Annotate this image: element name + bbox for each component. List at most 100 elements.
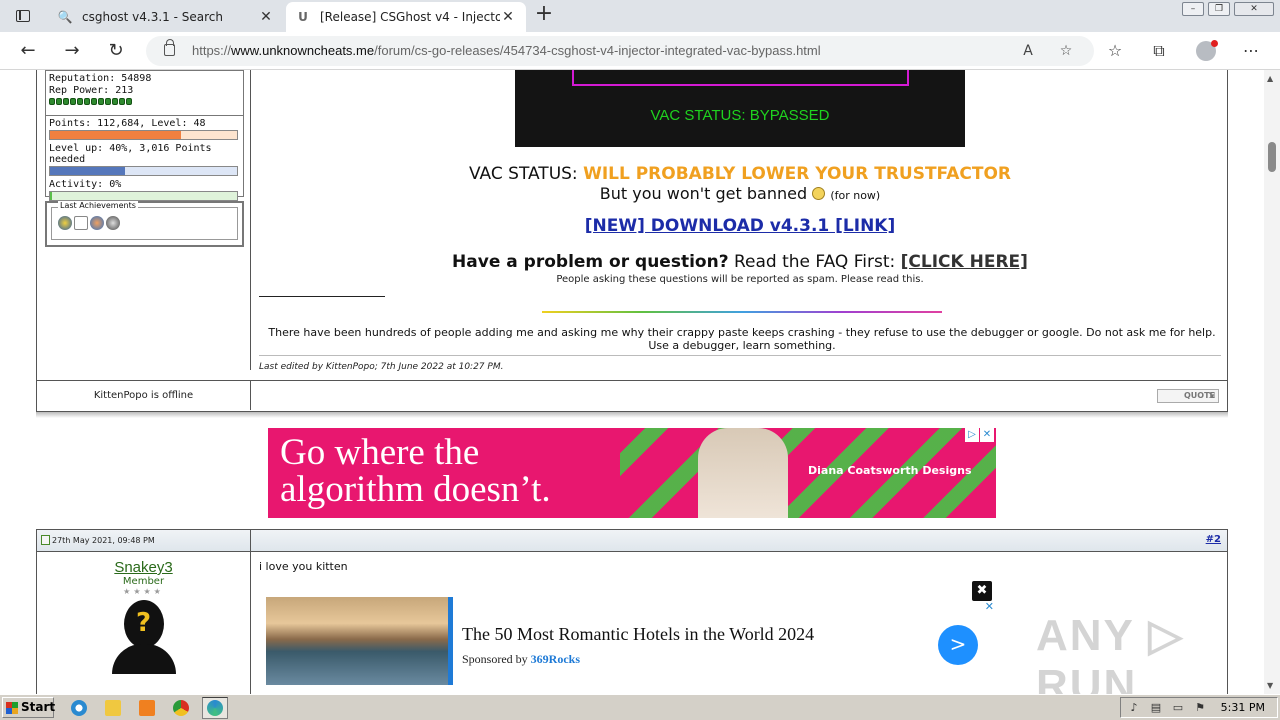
- search-icon: 🔍: [57, 10, 73, 24]
- close-tab-icon[interactable]: ✕: [258, 9, 274, 25]
- close-tab-icon[interactable]: ✕: [500, 9, 516, 25]
- user-achievement-icon[interactable]: [90, 216, 104, 230]
- native-ad-close-button[interactable]: ✖: [972, 581, 992, 601]
- tab-search[interactable]: 🔍 csghost v4.3.1 - Search ✕: [48, 2, 284, 32]
- favorites-icon[interactable]: ☆: [1104, 40, 1126, 62]
- globe-achievement-icon[interactable]: [106, 216, 120, 230]
- taskbar-explorer[interactable]: [100, 697, 126, 719]
- collections-icon[interactable]: ⧉: [1148, 40, 1170, 62]
- tab-actions-button[interactable]: [8, 5, 38, 27]
- start-button[interactable]: Start: [2, 697, 55, 718]
- ad-close-icon[interactable]: ✕: [980, 428, 994, 442]
- page-viewport: Reputation: 54898 Rep Power: 213 Points:…: [0, 70, 1264, 694]
- scroll-down-icon[interactable]: ▼: [1267, 681, 1273, 690]
- level-bar: [49, 166, 238, 176]
- taskbar-media[interactable]: [134, 697, 160, 719]
- online-status: KittenPopo is offline: [37, 381, 251, 410]
- ad-banner[interactable]: Go where the algorithm doesn’t. Diana Co…: [268, 428, 996, 518]
- clock[interactable]: 5:31 PM: [1221, 701, 1265, 714]
- shield-achievement-icon[interactable]: [58, 216, 72, 230]
- native-ad-stripe: [448, 597, 453, 685]
- profile-avatar[interactable]: [1196, 40, 1218, 61]
- forward-button[interactable]: →: [59, 38, 85, 64]
- rep-pip-icon: [98, 98, 104, 105]
- flag-icon[interactable]: ⚑: [1193, 701, 1207, 715]
- volume-icon[interactable]: ♪: [1127, 701, 1141, 715]
- rep-pip-icon: [112, 98, 118, 105]
- user-rank-stars: ★★★★: [123, 587, 164, 596]
- taskbar-chrome[interactable]: [168, 697, 194, 719]
- new-tab-button[interactable]: +: [533, 3, 555, 26]
- restore-button[interactable]: ❐: [1208, 2, 1230, 16]
- points-text: Points: 112,684, Level: 48: [49, 118, 206, 129]
- native-ad[interactable]: ✖ ✕ The 50 Most Romantic Hotels in the W…: [266, 581, 996, 690]
- user-title: Member: [122, 576, 165, 587]
- chrome-icon: [173, 700, 189, 716]
- download-link[interactable]: [NEW] DOWNLOAD v4.3.1 [LINK]: [259, 216, 1221, 236]
- tab-title: csghost v4.3.1 - Search: [82, 10, 224, 24]
- sponsor-link[interactable]: 369Rocks: [531, 652, 580, 666]
- tab-unknowncheats[interactable]: U [Release] CSGhost v4 - Injector w ✕: [286, 2, 526, 32]
- close-window-button[interactable]: ✕: [1234, 2, 1274, 16]
- media-player-icon: [139, 700, 155, 716]
- points-bar: [49, 130, 238, 140]
- calendar-achievement-icon[interactable]: [74, 216, 88, 230]
- page-scrollbar[interactable]: ▲ ▼: [1264, 70, 1280, 694]
- level-bar-fill: [50, 167, 125, 175]
- taskbar-edge[interactable]: [202, 697, 228, 719]
- url-text[interactable]: https://www.unknowncheats.me/forum/cs-go…: [192, 43, 821, 58]
- browser-toolbar: ← → ↻ https://www.unknowncheats.me/forum…: [0, 32, 1280, 70]
- scroll-up-icon[interactable]: ▲: [1267, 74, 1273, 83]
- post-1: Reputation: 54898 Rep Power: 213 Points:…: [36, 70, 1228, 412]
- post-icon: [41, 535, 50, 545]
- banned-line: But you won't get banned (for now): [259, 184, 1221, 203]
- taskbar-ie[interactable]: [66, 697, 92, 719]
- rep-power-text: Rep Power: 213: [49, 85, 134, 96]
- rep-pip-icon: [91, 98, 97, 105]
- tongue-emoji-icon: [812, 187, 826, 200]
- anyrun-watermark: ANY ▷ RUN: [1036, 611, 1185, 694]
- faq-line: Have a problem or question? Read the FAQ…: [259, 252, 1221, 272]
- adchoices-icon[interactable]: ▷: [965, 428, 979, 442]
- quote-button[interactable]: QUOTE ⇲: [1157, 389, 1219, 403]
- faq-question: Have a problem or question?: [452, 252, 729, 272]
- tab-actions-icon: [16, 10, 30, 22]
- native-ad-go-button[interactable]: >: [938, 625, 978, 665]
- rainbow-divider: [542, 311, 942, 313]
- native-ad-dismiss-icon[interactable]: ✕: [985, 600, 994, 613]
- username-link[interactable]: Snakey3: [37, 559, 250, 576]
- rep-pip-icon: [49, 98, 55, 105]
- rep-pip-icon: [119, 98, 125, 105]
- address-bar[interactable]: https://www.unknowncheats.me/forum/cs-go…: [146, 36, 1094, 66]
- edge-icon: [207, 700, 223, 716]
- ad-choices: ▷ ✕: [965, 428, 994, 442]
- post-1-footer: KittenPopo is offline QUOTE ⇲: [37, 380, 1227, 410]
- achievements-box: Last Achievements: [45, 201, 244, 247]
- post-number-link[interactable]: #2: [1206, 534, 1221, 545]
- lock-icon[interactable]: [164, 39, 175, 56]
- achievements-legend: Last Achievements: [58, 201, 138, 210]
- site-favicon-icon: U: [298, 10, 308, 24]
- windows-logo-icon: [6, 702, 18, 714]
- back-button[interactable]: ←: [15, 38, 41, 64]
- vac-image-text: VAC STATUS: BYPASSED: [650, 107, 830, 124]
- network-icon[interactable]: ▤: [1149, 701, 1163, 715]
- vac-status-label: VAC STATUS:: [469, 164, 584, 184]
- minimize-button[interactable]: –: [1182, 2, 1204, 16]
- reputation-text: Reputation: 54898: [49, 73, 152, 84]
- display-icon[interactable]: ▭: [1171, 701, 1185, 715]
- taskbar: Start ♪ ▤ ▭ ⚑ 5:31 PM: [0, 694, 1280, 720]
- question-mark-icon: ?: [135, 608, 152, 638]
- achievements-frame: Last Achievements: [51, 201, 238, 240]
- read-aloud-icon[interactable]: A: [1018, 41, 1038, 61]
- faq-link[interactable]: [CLICK HERE]: [901, 252, 1028, 272]
- add-favorite-icon[interactable]: ☆: [1056, 41, 1076, 61]
- post-date: 27th May 2021, 09:48 PM: [37, 530, 251, 551]
- user-avatar[interactable]: ?: [106, 600, 181, 674]
- scroll-thumb[interactable]: [1268, 142, 1276, 172]
- native-ad-sponsor: Sponsored by 369Rocks: [462, 652, 581, 666]
- refresh-button[interactable]: ↻: [103, 38, 129, 64]
- points-bar-fill: [50, 131, 181, 139]
- more-menu-icon[interactable]: ⋯: [1240, 40, 1262, 62]
- activity-bar: [49, 191, 238, 201]
